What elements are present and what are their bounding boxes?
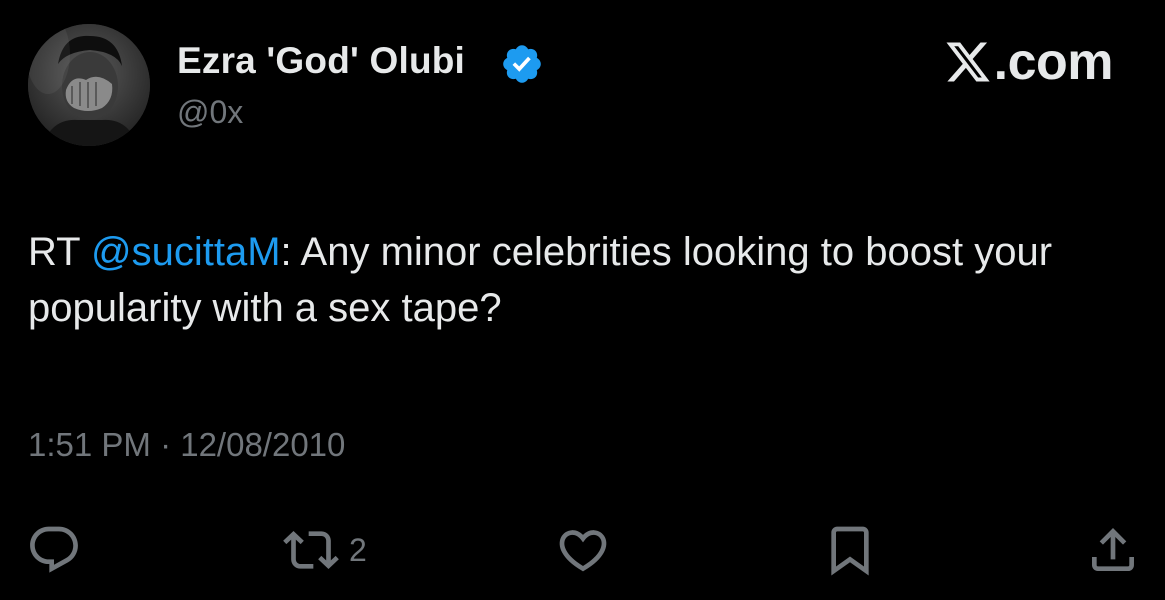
retweet-prefix: RT xyxy=(28,230,91,274)
tweet-text: RT @sucittaM: Any minor celebrities look… xyxy=(28,224,1128,336)
author-display-name[interactable]: Ezra 'God' Olubi xyxy=(177,40,465,82)
author-handle[interactable]: @0x xyxy=(177,94,243,131)
retweet-arrows-icon xyxy=(283,531,339,569)
avatar-photo xyxy=(28,24,150,146)
verified-badge-icon xyxy=(503,45,541,83)
heart-icon xyxy=(559,530,607,572)
avatar[interactable] xyxy=(28,24,150,146)
retweet-button[interactable]: 2 xyxy=(283,515,367,585)
mention-link[interactable]: @sucittaM xyxy=(91,230,281,274)
share-button[interactable] xyxy=(1085,515,1141,585)
retweet-count: 2 xyxy=(349,531,367,568)
x-com-brand: .com xyxy=(944,32,1114,92)
bookmark-icon xyxy=(831,526,869,576)
brand-domain-text: .com xyxy=(993,33,1114,91)
x-logo-icon xyxy=(946,42,990,82)
speech-bubble-icon xyxy=(30,526,78,573)
reply-button[interactable] xyxy=(26,515,92,585)
action-bar: 2 xyxy=(0,515,1165,585)
share-upload-icon xyxy=(1092,528,1134,571)
tweet-card: Ezra 'God' Olubi @0x .com RT @sucittaM: … xyxy=(0,0,1165,600)
bookmark-button[interactable] xyxy=(822,515,888,585)
like-button[interactable] xyxy=(555,515,621,585)
tweet-timestamp[interactable]: 1:51 PM · 12/08/2010 xyxy=(28,426,345,464)
